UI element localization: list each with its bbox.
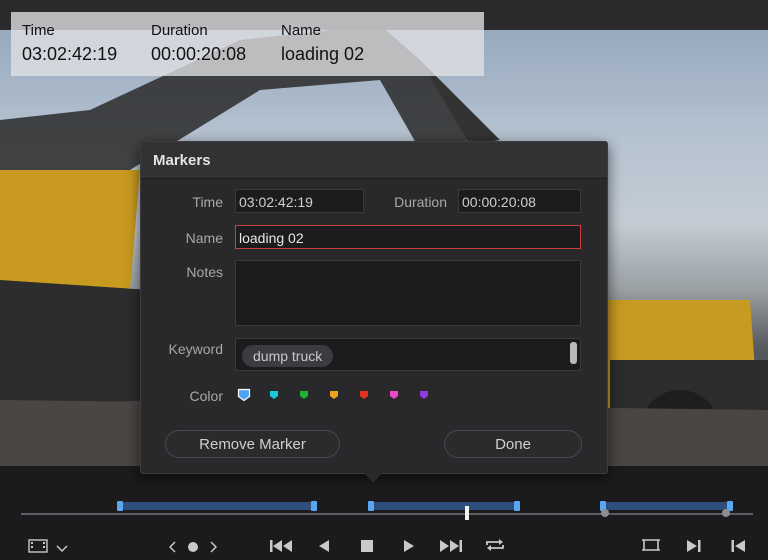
next-marker-icon[interactable] [684,534,704,560]
marker-range[interactable] [600,502,731,510]
dialog-title-bar: Markers [141,142,607,179]
duration-label: Duration [394,194,447,210]
timeline-track [21,513,753,515]
name-field[interactable]: loading 02 [235,225,581,249]
time-field[interactable]: 03:02:42:19 [235,189,364,213]
done-button[interactable]: Done [444,430,582,458]
marker-handle[interactable] [311,501,317,511]
keyword-scrollbar[interactable] [570,342,577,364]
color-swatch-purple[interactable] [417,388,431,402]
filmstrip-icon[interactable] [25,534,51,560]
last-frame-icon[interactable] [438,534,464,560]
color-swatch-yellow[interactable] [327,388,341,402]
keyword-field[interactable]: dump truck [235,338,581,371]
overlay-name-label: Name [281,22,322,39]
out-point-dot[interactable] [722,509,730,517]
color-swatch-cyan[interactable] [267,388,281,402]
dialog-pointer [362,471,384,483]
marker-handle[interactable] [514,501,520,511]
overlay-duration-value: 00:00:20:08 [151,44,247,64]
stop-icon[interactable] [357,534,377,560]
marker-handle[interactable] [117,501,123,511]
marker-range[interactable] [118,502,315,510]
dot-icon[interactable] [186,534,200,560]
in-point-dot[interactable] [601,509,609,517]
previous-marker-icon[interactable] [728,534,748,560]
overlay-duration: Duration 00:00:20:08 [151,22,246,66]
overlay-name-value: loading 02 [281,44,365,64]
play-icon[interactable] [399,534,419,560]
color-swatch-blue[interactable] [237,388,251,402]
notes-label: Notes [186,264,223,280]
marker-handle[interactable] [368,501,374,511]
time-label: Time [192,194,223,210]
keyword-label: Keyword [168,341,223,357]
name-label: Name [185,230,223,246]
chevron-down-icon[interactable] [54,534,70,560]
color-swatch-green[interactable] [297,388,311,402]
marker-range[interactable] [369,502,518,510]
loop-icon[interactable] [483,534,507,560]
chevron-left-icon[interactable] [166,534,180,560]
overlay-time: Time 03:02:42:19 [22,22,117,66]
timeline-scrubber[interactable] [0,497,768,521]
playhead[interactable] [465,506,469,520]
play-reverse-icon[interactable] [314,534,334,560]
duration-field[interactable]: 00:00:20:08 [458,189,581,213]
dialog-title: Markers [153,152,211,169]
notes-field[interactable] [235,260,581,326]
overlay-name: Name loading 02 [281,22,364,66]
color-label: Color [189,388,223,404]
chevron-right-icon[interactable] [206,534,220,560]
markers-dialog: Markers Time 03:02:42:19 Duration 00:00:… [140,141,608,474]
color-swatch-pink[interactable] [387,388,401,402]
overlay-time-value: 03:02:42:19 [22,44,118,64]
marker-info-overlay: Time 03:02:42:19 Duration 00:00:20:08 Na… [11,12,484,76]
match-frame-icon[interactable] [638,534,664,560]
first-frame-icon[interactable] [268,534,294,560]
overlay-duration-label: Duration [151,22,208,39]
color-swatch-red[interactable] [357,388,371,402]
remove-marker-button[interactable]: Remove Marker [165,430,340,458]
keyword-tag[interactable]: dump truck [242,345,334,367]
overlay-time-label: Time [22,22,55,39]
